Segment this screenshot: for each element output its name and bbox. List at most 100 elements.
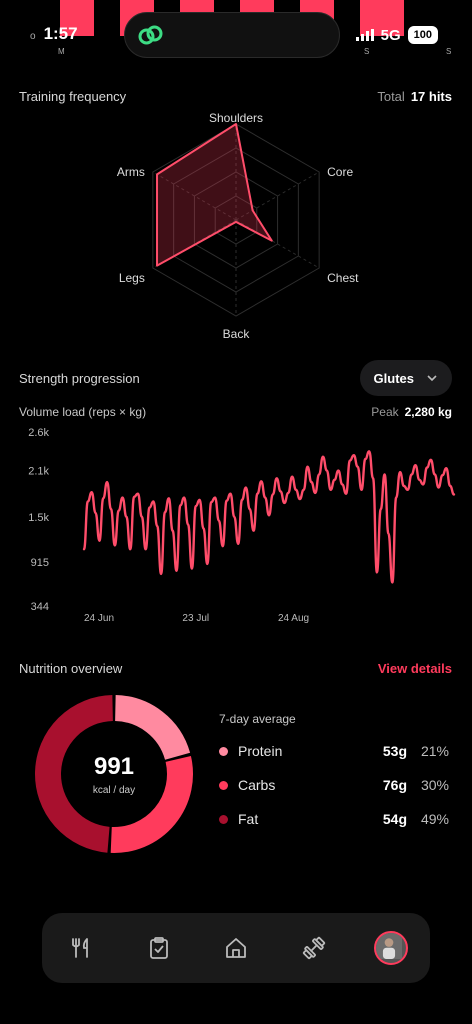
nav-nutrition[interactable] <box>64 931 98 965</box>
seven-day-average-title: 7-day average <box>219 712 296 726</box>
data-point <box>287 492 289 494</box>
data-point <box>360 489 363 491</box>
status-time: 1:57 <box>43 24 78 43</box>
clipboard-icon <box>149 937 168 959</box>
radar-axis-label: Chest <box>327 271 359 285</box>
data-point <box>172 530 174 532</box>
training-total-value: 17 hits <box>410 88 452 104</box>
data-point <box>322 456 324 458</box>
data-point <box>426 466 428 469</box>
nav-home[interactable] <box>219 931 253 965</box>
bottom-nav <box>42 913 430 983</box>
data-point <box>145 548 147 550</box>
nav-workout[interactable] <box>297 931 331 965</box>
y-tick-label: 2.1k <box>28 466 49 478</box>
data-point <box>276 477 278 479</box>
data-point <box>434 473 436 476</box>
data-point <box>380 508 382 510</box>
data-point <box>125 516 127 518</box>
data-point <box>318 473 320 476</box>
data-point <box>376 571 378 573</box>
radar-data-area <box>156 123 273 267</box>
data-point <box>191 567 193 570</box>
data-point <box>418 479 420 481</box>
data-point <box>206 563 208 565</box>
data-point <box>94 512 97 514</box>
radar-axis-label: Shoulders <box>209 111 263 125</box>
data-point <box>195 505 197 507</box>
data-point <box>83 548 85 550</box>
data-point <box>345 493 347 495</box>
data-point <box>353 454 355 456</box>
peak: Peak 2,280 kg <box>371 405 452 419</box>
peak-label: Peak <box>371 405 399 419</box>
macro-name: Carbs <box>238 777 276 793</box>
muscle-dropdown-value: Glutes <box>373 370 414 386</box>
data-point <box>222 545 224 547</box>
macro-grams: 76g <box>382 777 407 793</box>
protein-dot <box>219 746 228 756</box>
data-point <box>148 506 151 509</box>
view-details-link[interactable]: View details <box>378 661 452 676</box>
fork-knife-icon <box>72 938 88 958</box>
status-sub-right-1: S <box>364 47 370 56</box>
macro-row-carbs: Carbs 76g 30% <box>219 775 449 795</box>
data-point <box>272 493 274 496</box>
data-point <box>399 471 401 473</box>
data-point <box>175 570 178 572</box>
data-point <box>283 502 286 504</box>
data-point <box>384 473 386 476</box>
nav-plan[interactable] <box>142 931 176 965</box>
macro-name: Protein <box>238 743 283 759</box>
data-point <box>121 496 124 499</box>
data-point <box>268 514 270 516</box>
dumbbell-icon <box>302 936 325 960</box>
data-point <box>430 459 432 461</box>
muscle-dropdown[interactable]: Glutes <box>359 360 452 396</box>
status-bar: o 1:57 M 5G 100 S S <box>0 0 472 70</box>
data-point <box>299 498 301 500</box>
data-point <box>229 493 232 495</box>
data-point <box>330 489 332 491</box>
data-point <box>199 499 201 501</box>
radar-axis-label: Back <box>223 327 251 340</box>
signal-icon <box>355 29 374 41</box>
data-point <box>226 500 228 502</box>
data-point <box>306 466 309 468</box>
status-sub-right-2: S <box>446 47 452 56</box>
macro-grams: 54g <box>382 811 407 827</box>
strength-header: Strength progression Glutes <box>19 360 452 396</box>
data-point <box>152 500 154 503</box>
nav-profile[interactable] <box>374 931 408 965</box>
nutrition-donut: 991 kcal / day <box>32 692 196 856</box>
dynamic-island[interactable] <box>124 12 340 58</box>
data-point <box>241 499 243 501</box>
home-icon <box>226 938 246 958</box>
y-tick-label: 915 <box>31 557 49 569</box>
data-point <box>310 481 312 483</box>
radar-axis-label: Core <box>327 165 353 179</box>
data-point <box>106 481 108 483</box>
network-type: 5G <box>380 26 401 44</box>
peak-value: 2,280 kg <box>404 405 452 419</box>
data-point <box>441 474 444 476</box>
data-point <box>291 476 293 478</box>
data-point <box>110 508 112 510</box>
data-point <box>252 530 255 532</box>
data-point <box>341 483 343 486</box>
x-tick-label: 24 Jun <box>84 613 114 624</box>
training-frequency-header: Training frequency Total 17 hits <box>19 86 452 106</box>
training-frequency-title: Training frequency <box>19 88 127 104</box>
data-point <box>168 497 170 499</box>
data-point <box>453 493 455 496</box>
data-point <box>214 496 216 499</box>
macro-percent: 21% <box>420 743 449 759</box>
data-point <box>260 480 262 482</box>
data-point <box>372 477 374 479</box>
data-point <box>303 489 305 491</box>
data-point <box>422 483 424 486</box>
data-point <box>387 533 390 535</box>
nutrition-header: Nutrition overview View details <box>19 658 452 678</box>
training-radar-chart: Shoulders Core Chest Back Legs Arms <box>117 111 359 340</box>
data-point <box>395 496 397 499</box>
